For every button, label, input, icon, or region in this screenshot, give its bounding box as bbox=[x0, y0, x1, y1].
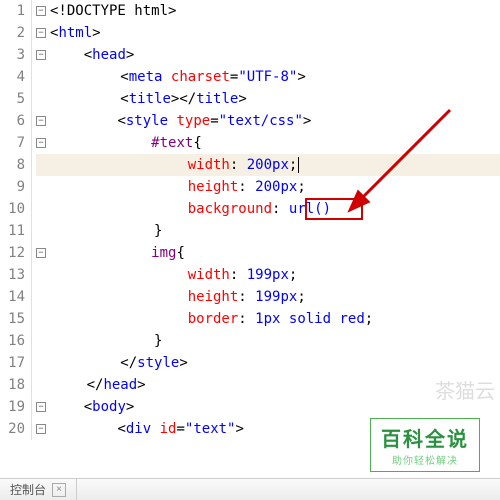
fold-icon[interactable] bbox=[36, 424, 46, 434]
code-line[interactable]: <meta charset="UTF-8"> bbox=[36, 66, 500, 88]
line-number: 2 bbox=[0, 22, 25, 44]
badge-title: 百科全说 bbox=[381, 423, 469, 452]
line-number: 6 bbox=[0, 110, 25, 132]
line-number: 9 bbox=[0, 176, 25, 198]
line-number: 17 bbox=[0, 352, 25, 374]
code-line[interactable]: <html> bbox=[36, 22, 500, 44]
line-number: 3 bbox=[0, 44, 25, 66]
code-line[interactable]: height: 199px; bbox=[36, 286, 500, 308]
close-icon[interactable]: × bbox=[52, 483, 66, 497]
fold-icon[interactable] bbox=[36, 28, 46, 38]
line-number: 16 bbox=[0, 330, 25, 352]
url-function: url() bbox=[289, 201, 331, 217]
line-number: 20 bbox=[0, 418, 25, 440]
code-line[interactable]: <body> bbox=[36, 396, 500, 418]
line-number: 12 bbox=[0, 242, 25, 264]
line-number: 14 bbox=[0, 286, 25, 308]
line-number: 4 bbox=[0, 66, 25, 88]
code-line[interactable]: img{ bbox=[36, 242, 500, 264]
line-number: 18 bbox=[0, 374, 25, 396]
console-tab[interactable]: 控制台 × bbox=[0, 479, 77, 500]
badge-subtitle: 助你轻松解决 bbox=[381, 452, 469, 467]
code-line[interactable]: } bbox=[36, 330, 500, 352]
line-number: 8 bbox=[0, 154, 25, 176]
line-number: 15 bbox=[0, 308, 25, 330]
line-number-gutter: 1 2 3 4 5 6 7 8 9 10 11 12 13 14 15 16 1… bbox=[0, 0, 32, 440]
bottom-panel-tabs: 控制台 × bbox=[0, 478, 500, 500]
line-number: 11 bbox=[0, 220, 25, 242]
code-line[interactable]: #text{ bbox=[36, 132, 500, 154]
fold-icon[interactable] bbox=[36, 116, 46, 126]
fold-icon[interactable] bbox=[36, 248, 46, 258]
fold-icon[interactable] bbox=[36, 6, 46, 16]
code-line[interactable]: <title></title> bbox=[36, 88, 500, 110]
code-line[interactable]: height: 200px; bbox=[36, 176, 500, 198]
line-number: 7 bbox=[0, 132, 25, 154]
line-number: 13 bbox=[0, 264, 25, 286]
code-line[interactable]: <head> bbox=[36, 44, 500, 66]
line-number: 5 bbox=[0, 88, 25, 110]
code-editor[interactable]: 1 2 3 4 5 6 7 8 9 10 11 12 13 14 15 16 1… bbox=[0, 0, 500, 440]
fold-icon[interactable] bbox=[36, 138, 46, 148]
code-line[interactable]: </style> bbox=[36, 352, 500, 374]
code-line[interactable]: border: 1px solid red; bbox=[36, 308, 500, 330]
brand-badge: 百科全说 助你轻松解决 bbox=[370, 418, 480, 472]
code-line[interactable]: width: 199px; bbox=[36, 264, 500, 286]
doctype: <!DOCTYPE html> bbox=[50, 3, 176, 19]
code-line[interactable]: width: 200px; bbox=[36, 154, 500, 176]
tab-label: 控制台 bbox=[10, 481, 46, 498]
line-number: 19 bbox=[0, 396, 25, 418]
code-line[interactable]: <style type="text/css"> bbox=[36, 110, 500, 132]
code-line[interactable]: } bbox=[36, 220, 500, 242]
code-area[interactable]: <!DOCTYPE html> <html> <head> <meta char… bbox=[32, 0, 500, 440]
line-number: 1 bbox=[0, 0, 25, 22]
fold-icon[interactable] bbox=[36, 50, 46, 60]
text-cursor bbox=[298, 157, 299, 173]
code-line[interactable]: background: url() bbox=[36, 198, 500, 220]
fold-icon[interactable] bbox=[36, 402, 46, 412]
code-line[interactable]: <!DOCTYPE html> bbox=[36, 0, 500, 22]
line-number: 10 bbox=[0, 198, 25, 220]
code-line[interactable]: </head> bbox=[36, 374, 500, 396]
